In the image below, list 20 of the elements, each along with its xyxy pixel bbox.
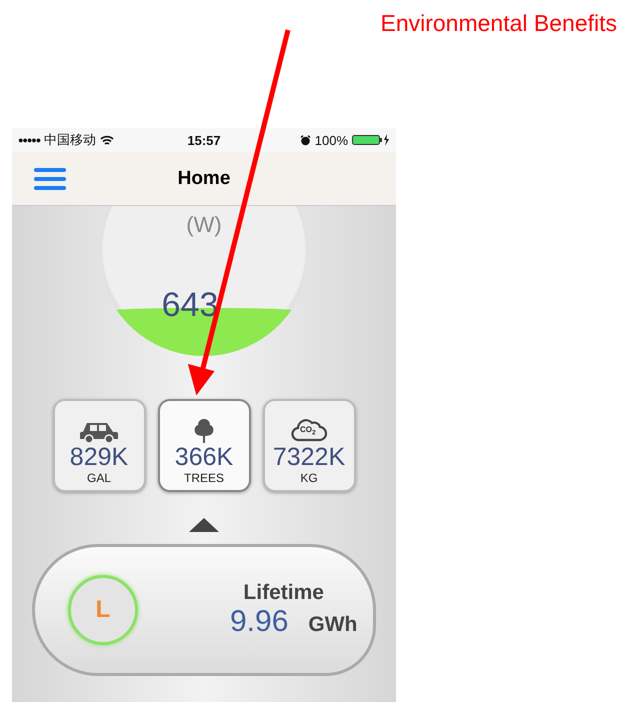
benefit-unit: KG — [300, 471, 318, 485]
benefit-unit: GAL — [86, 471, 111, 485]
annotation-label: Environmental Benefits — [380, 10, 617, 37]
status-time: 15:57 — [187, 132, 221, 148]
benefit-value: 366K — [174, 444, 234, 471]
lifetime-unit: GWh — [308, 613, 358, 637]
benefit-value: 7322K — [272, 444, 346, 471]
carrier-name: 中国移动 — [44, 131, 96, 149]
signal-strength: ●●●●● — [18, 135, 40, 145]
gauge-unit: (W) — [185, 212, 223, 238]
nav-title: Home — [176, 168, 232, 190]
benefit-value: 829K — [70, 444, 128, 471]
benefit-unit: TREES — [184, 471, 224, 485]
benefit-card[interactable]: 829K GAL — [52, 399, 146, 492]
benefit-card[interactable]: 366K TREES — [158, 399, 250, 492]
lifetime-value: 9.96 — [230, 605, 288, 639]
lifetime-label: Lifetime — [243, 581, 324, 605]
benefit-card[interactable]: CO$_{2}$ 7322K KG — [262, 399, 356, 492]
battery-percent: 100% — [314, 132, 348, 148]
co2-label: CO$_{2}$ — [300, 426, 316, 437]
